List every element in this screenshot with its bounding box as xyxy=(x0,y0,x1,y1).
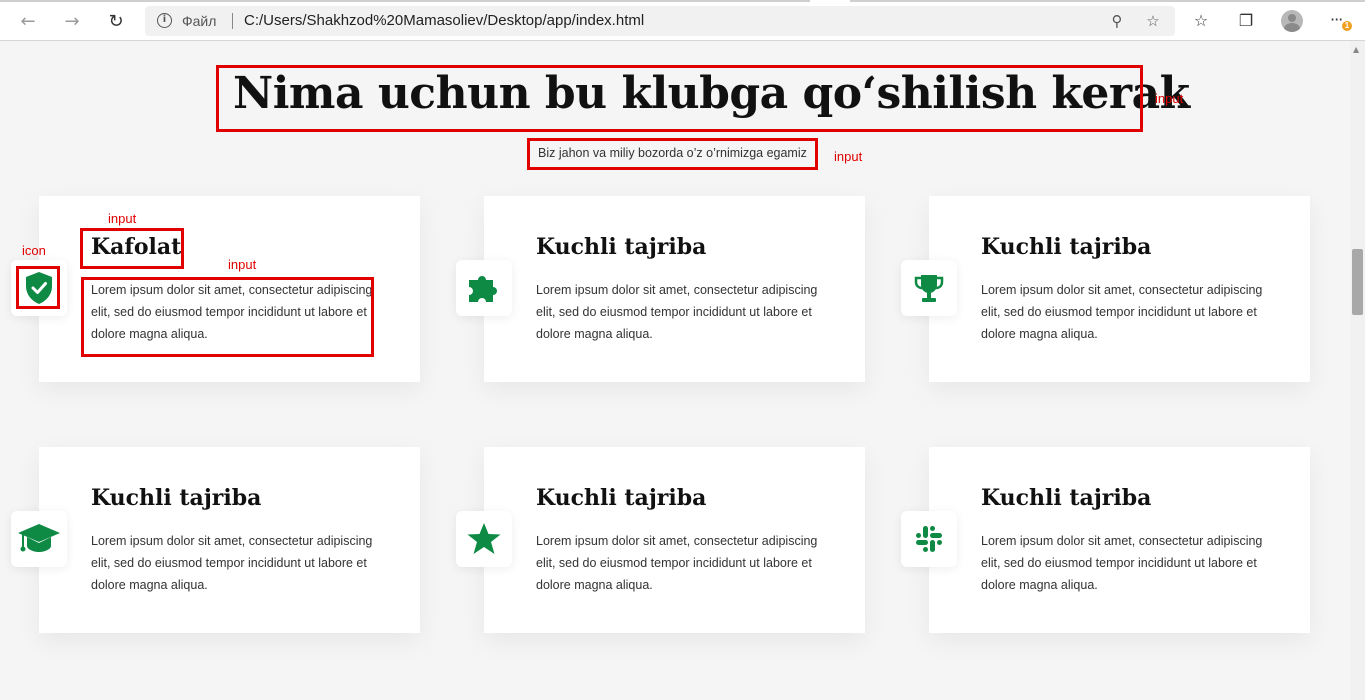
add-favorite-icon[interactable]: ☆ xyxy=(1143,11,1163,31)
card-title: Kuchli tajriba xyxy=(981,234,1152,260)
page-scrollbar[interactable]: ▲ xyxy=(1350,41,1365,700)
card-title: Kuchli tajriba xyxy=(536,485,707,511)
card-title: Kuchli tajriba xyxy=(91,485,262,511)
star-icon xyxy=(456,511,512,567)
address-separator xyxy=(232,13,233,29)
tab-strip-edge xyxy=(0,0,810,2)
puzzle-icon xyxy=(456,260,512,316)
profile-icon[interactable] xyxy=(1281,10,1303,32)
scroll-thumb[interactable] xyxy=(1352,249,1363,315)
feature-card: Kuchli tajriba Lorem ipsum dolor sit ame… xyxy=(39,447,420,633)
notification-badge: 1 xyxy=(1342,21,1352,31)
collections-icon[interactable]: ❐ xyxy=(1235,10,1257,32)
title-annotation-label: input xyxy=(1155,91,1184,106)
feature-card: Kuchli tajriba Lorem ipsum dolor sit ame… xyxy=(929,196,1310,382)
favorites-icon[interactable]: ☆ xyxy=(1190,10,1212,32)
card-title: Kuchli tajriba xyxy=(536,234,707,260)
card-title-annotation-box xyxy=(80,228,184,269)
feature-card: Kuchli tajriba Lorem ipsum dolor sit ame… xyxy=(484,447,865,633)
card-text: Lorem ipsum dolor sit amet, consectetur … xyxy=(536,283,818,341)
tab-strip-edge xyxy=(850,0,1365,2)
card-text: Lorem ipsum dolor sit amet, consectetur … xyxy=(91,534,373,592)
refresh-icon[interactable]: ↻ xyxy=(104,9,128,33)
forward-icon[interactable]: → xyxy=(60,9,84,33)
card-text: Lorem ipsum dolor sit amet, consectetur … xyxy=(981,283,1263,341)
card-text: Lorem ipsum dolor sit amet, consectetur … xyxy=(536,534,818,592)
slack-icon xyxy=(901,511,957,567)
feature-card: Kuchli tajriba Lorem ipsum dolor sit ame… xyxy=(929,447,1310,633)
info-icon[interactable]: i xyxy=(157,13,172,28)
card-text-annotation-box xyxy=(81,277,374,357)
card-icon-annotation-box xyxy=(16,266,60,309)
address-bar[interactable]: i Файл C:/Users/Shakhzod%20Mamasoliev/De… xyxy=(145,6,1175,36)
browser-toolbar: ← → ↻ i Файл C:/Users/Shakhzod%20Mamasol… xyxy=(0,0,1365,41)
scroll-up-icon[interactable]: ▲ xyxy=(1353,45,1359,54)
subtitle-annotation-label: input xyxy=(834,149,863,164)
graduation-cap-icon xyxy=(11,511,67,567)
card-title: Kuchli tajriba xyxy=(981,485,1152,511)
trophy-icon xyxy=(901,260,957,316)
card-text-annotation-label: input xyxy=(228,257,257,272)
url-text[interactable]: C:/Users/Shakhzod%20Mamasoliev/Desktop/a… xyxy=(244,12,644,29)
feature-card: Kuchli tajriba Lorem ipsum dolor sit ame… xyxy=(484,196,865,382)
site-label: Файл xyxy=(182,13,217,29)
subtitle-annotation-box xyxy=(527,138,818,170)
card-text: Lorem ipsum dolor sit amet, consectetur … xyxy=(981,534,1263,592)
back-icon[interactable]: ← xyxy=(16,9,40,33)
title-annotation-box xyxy=(216,65,1143,132)
zoom-icon[interactable]: ⚲ xyxy=(1107,11,1127,31)
card-icon-annotation-label: icon xyxy=(22,243,46,258)
more-icon[interactable]: ··· xyxy=(1330,10,1343,29)
card-title-annotation-label: input xyxy=(108,211,137,226)
